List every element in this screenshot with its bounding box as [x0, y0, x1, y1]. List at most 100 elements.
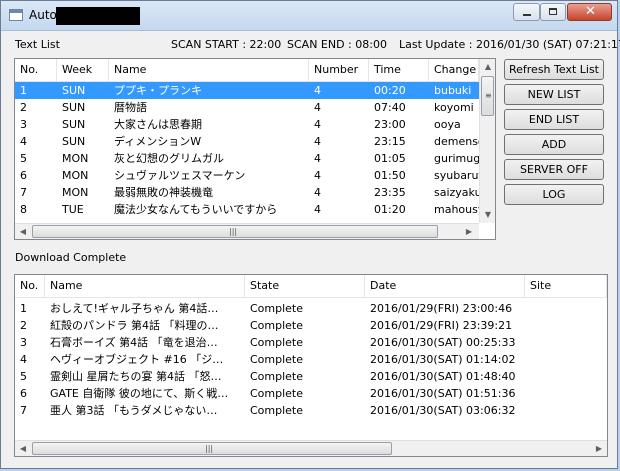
cell-date: 2016/01/30(SAT) 01:51:36 — [370, 387, 516, 400]
cell-file: demensonW — [434, 135, 479, 148]
cell-name: 大家さんは思春期 — [114, 118, 202, 131]
column-header-site[interactable]: Site — [525, 275, 607, 297]
column-header-name[interactable]: Name — [109, 59, 309, 81]
cell-date: 2016/01/30(SAT) 01:14:02 — [370, 353, 516, 366]
table-row[interactable]: 4 SUN ディメンションW 4 23:15 demensonW — [15, 133, 479, 150]
server-off-button[interactable]: SERVER OFF — [504, 159, 604, 180]
table-row[interactable]: 3 SUN 大家さんは思春期 4 23:00 ooya — [15, 116, 479, 133]
cell-name: 石膏ボーイズ 第4話 「竜を退治… — [50, 336, 218, 349]
table-row[interactable]: 7 亜人 第3話 「もうダメじゃない… Complete 2016/01/30(SAT… — [15, 402, 607, 419]
table-row[interactable]: 3 石膏ボーイズ 第4話 「竜を退治… Complete 2016/01/30(SAT… — [15, 334, 607, 351]
table-row[interactable]: 1 SUN ププキ・プランキ 4 00:20 bubuki — [15, 82, 479, 99]
cell-name: ディメンションW — [114, 135, 202, 148]
app-icon — [9, 9, 23, 21]
end-list-button[interactable]: END LIST — [504, 109, 604, 130]
cell-time: 01:50 — [374, 169, 406, 182]
scroll-left-arrow-icon[interactable]: ◀ — [15, 224, 31, 239]
download-list-hscrollbar[interactable]: ◀ ||| ▶ — [15, 440, 607, 456]
column-header-week[interactable]: Week — [57, 59, 109, 81]
table-row[interactable]: 2 紅殻のパンドラ 第4話 「料理の… Complete 2016/01/29(FRI… — [15, 317, 607, 334]
cell-name: 霊剣山 星屑たちの宴 第4話 「怒… — [50, 370, 222, 383]
scroll-left-arrow-icon[interactable]: ◀ — [15, 441, 31, 456]
cell-date: 2016/01/30(SAT) 03:06:32 — [370, 404, 516, 417]
cell-file: ooya — [434, 118, 461, 131]
download-list-view[interactable]: No. Name State Date Site 1 おしえて!ギャル子ちゃん 第… — [14, 274, 608, 457]
download-list-hscroll-thumb[interactable]: ||| — [32, 442, 392, 455]
cell-state: Complete — [250, 353, 304, 366]
title-bar[interactable]: Auto ✕ — [1, 1, 617, 31]
cell-no: 4 — [20, 135, 27, 148]
text-list-label: Text List — [15, 38, 60, 51]
minimize-icon — [523, 14, 531, 16]
close-button[interactable]: ✕ — [567, 3, 612, 21]
scroll-right-arrow-icon[interactable]: ▶ — [461, 224, 477, 239]
cell-number: 4 — [314, 135, 321, 148]
maximize-icon — [549, 8, 557, 15]
text-list-hscroll-thumb[interactable]: ||| — [32, 225, 438, 238]
column-header-time[interactable]: Time — [369, 59, 429, 81]
cell-week: SUN — [62, 84, 86, 97]
cell-time: 23:35 — [374, 186, 406, 199]
log-button[interactable]: LOG — [504, 184, 604, 205]
cell-no: 5 — [20, 370, 27, 383]
cell-week: MON — [62, 152, 89, 165]
cell-name: 灰と幻想のグリムガル — [114, 152, 224, 165]
cell-name: 亜人 第3話 「もうダメじゃない… — [50, 404, 218, 417]
scroll-right-arrow-icon[interactable]: ▶ — [591, 441, 607, 456]
minimize-button[interactable] — [513, 3, 540, 21]
cell-no: 3 — [20, 118, 27, 131]
cell-number: 4 — [314, 101, 321, 114]
column-header-number[interactable]: Number — [309, 59, 369, 81]
cell-file: mahousyouz — [434, 203, 479, 216]
download-complete-label: Download Complete — [15, 251, 127, 264]
table-row[interactable]: 8 TUE 魔法少女なんてもういいですから 4 01:20 mahousyouz — [15, 201, 479, 218]
table-row[interactable]: 6 MON シュヴァルツェスマーケン 4 01:50 syubarutsu — [15, 167, 479, 184]
text-list-hscrollbar[interactable]: ◀ ||| ▶ — [15, 223, 479, 239]
table-row[interactable]: 5 霊剣山 星屑たちの宴 第4話 「怒… Complete 2016/01/30(SA… — [15, 368, 607, 385]
cell-name: GATE 自衛隊 彼の地にて、斯く戦… — [50, 387, 229, 400]
column-header-date[interactable]: Date — [365, 275, 525, 297]
refresh-text-list-button[interactable]: Refresh Text List — [504, 59, 604, 80]
cell-no: 5 — [20, 152, 27, 165]
table-row[interactable]: 7 MON 最弱無敗の神装機竜 4 23:35 saizyaku — [15, 184, 479, 201]
column-header-change-file[interactable]: Change File — [429, 59, 479, 81]
table-row[interactable]: 4 ヘヴィーオブジェクト #16 「ジ… Complete 2016/01/30(SA… — [15, 351, 607, 368]
cell-file: bubuki — [434, 84, 472, 97]
scroll-down-arrow-icon[interactable]: ▼ — [480, 207, 495, 223]
grip-icon: ≡ — [485, 91, 492, 100]
column-header-state[interactable]: State — [245, 275, 365, 297]
new-list-button[interactable]: NEW LIST — [504, 84, 604, 105]
cell-week: MON — [62, 186, 89, 199]
cell-number: 4 — [314, 186, 321, 199]
table-row[interactable]: 2 SUN 暦物語 4 07:40 koyomi — [15, 99, 479, 116]
table-row[interactable]: 6 GATE 自衛隊 彼の地にて、斯く戦… Complete 2016/01/30(S… — [15, 385, 607, 402]
add-button[interactable]: ADD — [504, 134, 604, 155]
column-header-name[interactable]: Name — [45, 275, 245, 297]
table-row[interactable]: 1 おしえて!ギャル子ちゃん 第4話… Complete 2016/01/29(FRI… — [15, 300, 607, 317]
cell-file: koyomi — [434, 101, 474, 114]
cell-name: 最弱無敗の神装機竜 — [114, 186, 213, 199]
cell-week: SUN — [62, 101, 86, 114]
scan-start-label: SCAN START : 22:00 — [171, 38, 282, 51]
cell-time: 01:20 — [374, 203, 406, 216]
cell-number: 4 — [314, 84, 321, 97]
cell-state: Complete — [250, 370, 304, 383]
cell-name: 紅殻のパンドラ 第4話 「料理の… — [50, 319, 219, 332]
cell-state: Complete — [250, 404, 304, 417]
text-list-vscrollbar[interactable]: ▲ ≡ ▼ — [479, 59, 495, 223]
main-window: Auto ✕ Text List SCAN START : 22:00 SCAN… — [0, 0, 620, 469]
column-header-no[interactable]: No. — [15, 275, 45, 297]
maximize-button[interactable] — [540, 3, 566, 21]
text-list-view[interactable]: No. Week Name Number Time Change File 1 S… — [14, 58, 496, 240]
table-row[interactable]: 5 MON 灰と幻想のグリムガル 4 01:05 gurimugaru — [15, 150, 479, 167]
cell-number: 4 — [314, 118, 321, 131]
cell-week: SUN — [62, 118, 86, 131]
cell-no: 4 — [20, 353, 27, 366]
cell-file: saizyaku — [434, 186, 479, 199]
window-title: Auto — [29, 8, 57, 22]
column-header-no[interactable]: No. — [15, 59, 57, 81]
text-list-vscroll-thumb[interactable]: ≡ — [481, 76, 494, 116]
scroll-up-arrow-icon[interactable]: ▲ — [480, 59, 495, 75]
text-list-header: No. Week Name Number Time Change File — [15, 59, 495, 82]
cell-file: syubarutsu — [434, 169, 479, 182]
